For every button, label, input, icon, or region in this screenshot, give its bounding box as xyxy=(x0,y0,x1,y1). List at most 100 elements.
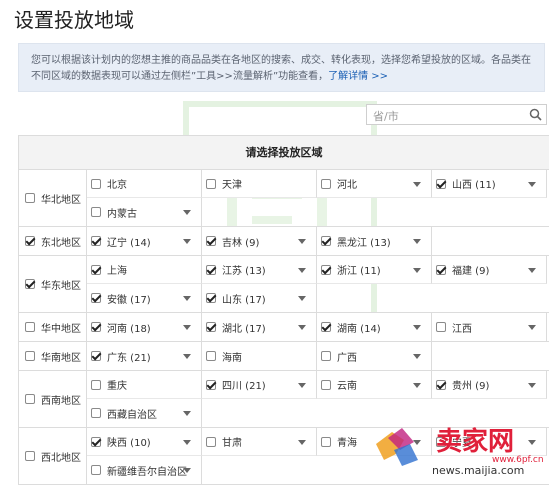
learn-more-link[interactable]: 了解详情 >> xyxy=(328,71,388,82)
chevron-down-icon[interactable] xyxy=(298,325,306,330)
region-label[interactable]: 东北地区 xyxy=(19,227,87,255)
province-checkbox[interactable] xyxy=(91,465,101,475)
chevron-down-icon[interactable] xyxy=(183,440,191,445)
province-checkbox[interactable] xyxy=(91,236,101,246)
province-cell[interactable]: 浙江 (11) xyxy=(317,256,432,284)
province-cell[interactable]: 陕西 (10) xyxy=(87,428,202,456)
region-checkbox[interactable] xyxy=(25,322,35,332)
chevron-down-icon[interactable] xyxy=(183,239,191,244)
province-cell[interactable]: 吉林 (9) xyxy=(202,227,317,255)
province-cell[interactable]: 北京 xyxy=(87,170,202,198)
province-checkbox[interactable] xyxy=(436,264,446,275)
province-checkbox[interactable] xyxy=(321,236,331,246)
province-checkbox[interactable] xyxy=(91,293,101,303)
chevron-down-icon[interactable] xyxy=(183,210,191,215)
province-checkbox[interactable] xyxy=(206,264,216,275)
province-cell[interactable]: 广西 xyxy=(317,342,432,370)
chevron-down-icon[interactable] xyxy=(298,440,306,445)
chevron-down-icon[interactable] xyxy=(298,268,306,273)
province-checkbox[interactable] xyxy=(91,436,101,447)
province-cell[interactable]: 西藏自治区 xyxy=(87,399,202,427)
province-checkbox[interactable] xyxy=(91,322,101,332)
province-checkbox[interactable] xyxy=(91,408,101,418)
province-cell[interactable]: 河北 xyxy=(317,170,432,198)
province-checkbox[interactable] xyxy=(436,436,446,447)
province-cell[interactable]: 新疆维吾尔自治区 xyxy=(87,456,202,484)
province-cell[interactable]: 贵州 (9) xyxy=(432,371,547,399)
province-checkbox[interactable] xyxy=(206,178,216,189)
province-checkbox[interactable] xyxy=(436,178,446,189)
province-cell[interactable]: 天津 xyxy=(202,170,317,198)
province-cell[interactable]: 辽宁 (14) xyxy=(87,227,202,255)
province-cell[interactable]: 福建 (9) xyxy=(432,256,547,284)
region-label[interactable]: 华东地区 xyxy=(19,256,87,312)
province-checkbox[interactable] xyxy=(91,207,101,217)
region-label[interactable]: 华中地区 xyxy=(19,313,87,341)
province-checkbox[interactable] xyxy=(206,322,216,332)
province-checkbox[interactable] xyxy=(206,236,216,246)
province-cell[interactable]: 山东 (17) xyxy=(202,284,317,312)
province-checkbox[interactable] xyxy=(206,379,216,390)
province-checkbox[interactable] xyxy=(206,293,216,303)
chevron-down-icon[interactable] xyxy=(413,182,421,187)
chevron-down-icon[interactable] xyxy=(528,383,536,388)
chevron-down-icon[interactable] xyxy=(413,383,421,388)
province-cell[interactable]: 宁夏 xyxy=(432,428,547,456)
province-checkbox[interactable] xyxy=(91,178,101,189)
province-checkbox[interactable] xyxy=(436,379,446,390)
region-label[interactable]: 西南地区 xyxy=(19,371,87,427)
province-cell[interactable]: 云南 xyxy=(317,371,432,399)
chevron-down-icon[interactable] xyxy=(528,325,536,330)
chevron-down-icon[interactable] xyxy=(183,296,191,301)
province-checkbox[interactable] xyxy=(321,436,331,447)
chevron-down-icon[interactable] xyxy=(183,411,191,416)
province-checkbox[interactable] xyxy=(321,178,331,189)
province-search-input[interactable] xyxy=(367,107,529,126)
chevron-down-icon[interactable] xyxy=(183,468,191,473)
chevron-down-icon[interactable] xyxy=(413,354,421,359)
province-cell[interactable]: 河南 (18) xyxy=(87,313,202,341)
province-search-box[interactable] xyxy=(366,104,547,126)
province-cell[interactable]: 甘肃 xyxy=(202,428,317,456)
province-checkbox[interactable] xyxy=(436,322,446,332)
region-checkbox[interactable] xyxy=(25,351,35,361)
chevron-down-icon[interactable] xyxy=(183,354,191,359)
region-checkbox[interactable] xyxy=(25,279,35,289)
province-checkbox[interactable] xyxy=(206,351,216,361)
chevron-down-icon[interactable] xyxy=(528,268,536,273)
province-cell[interactable]: 重庆 xyxy=(87,371,202,399)
province-cell[interactable]: 黑龙江 (13) xyxy=(317,227,432,255)
chevron-down-icon[interactable] xyxy=(413,440,421,445)
province-cell[interactable]: 内蒙古 xyxy=(87,198,202,226)
province-cell[interactable]: 江西 xyxy=(432,313,547,341)
region-checkbox[interactable] xyxy=(25,394,35,404)
province-cell[interactable]: 湖北 (17) xyxy=(202,313,317,341)
region-label[interactable]: 华南地区 xyxy=(19,342,87,370)
province-checkbox[interactable] xyxy=(91,351,101,361)
chevron-down-icon[interactable] xyxy=(298,296,306,301)
province-cell[interactable]: 山西 (11) xyxy=(432,170,547,198)
province-cell[interactable]: 广东 (21) xyxy=(87,342,202,370)
chevron-down-icon[interactable] xyxy=(413,268,421,273)
region-checkbox[interactable] xyxy=(25,193,35,203)
province-checkbox[interactable] xyxy=(91,264,101,275)
search-icon[interactable] xyxy=(529,108,542,121)
province-cell[interactable]: 上海 xyxy=(87,256,202,284)
province-cell[interactable]: 江苏 (13) xyxy=(202,256,317,284)
province-checkbox[interactable] xyxy=(206,436,216,447)
region-label[interactable]: 华北地区 xyxy=(19,170,87,226)
province-checkbox[interactable] xyxy=(321,351,331,361)
chevron-down-icon[interactable] xyxy=(528,182,536,187)
province-cell[interactable]: 四川 (21) xyxy=(202,371,317,399)
chevron-down-icon[interactable] xyxy=(298,383,306,388)
chevron-down-icon[interactable] xyxy=(183,325,191,330)
province-checkbox[interactable] xyxy=(321,322,331,332)
chevron-down-icon[interactable] xyxy=(413,239,421,244)
province-cell[interactable]: 青海 xyxy=(317,428,432,456)
province-cell[interactable]: 海南 xyxy=(202,342,317,370)
chevron-down-icon[interactable] xyxy=(413,325,421,330)
province-cell[interactable]: 安徽 (17) xyxy=(87,284,202,312)
province-cell[interactable]: 湖南 (14) xyxy=(317,313,432,341)
region-checkbox[interactable] xyxy=(25,451,35,461)
province-checkbox[interactable] xyxy=(321,264,331,275)
